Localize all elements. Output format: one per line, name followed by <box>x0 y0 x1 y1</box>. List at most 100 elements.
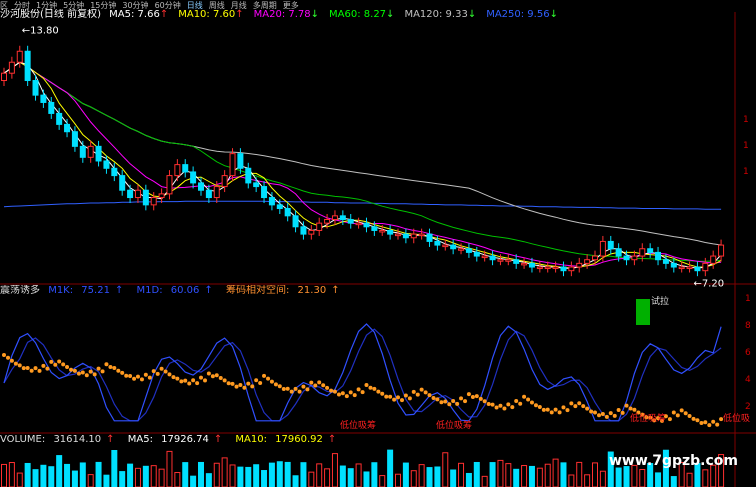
candle-body <box>544 266 551 270</box>
volume-bar <box>198 461 204 487</box>
chip-dot <box>29 368 34 373</box>
chip-dot <box>183 378 188 383</box>
candle-body <box>521 262 528 266</box>
candle-body <box>379 229 386 233</box>
candle-body <box>395 233 401 237</box>
candle-body <box>221 175 228 188</box>
volume-bar <box>221 457 228 487</box>
chip-dot <box>632 407 637 412</box>
chip-dot <box>628 406 633 411</box>
candle-body <box>331 215 338 220</box>
chip-dot <box>600 412 605 417</box>
candle-body <box>552 266 559 270</box>
volume-bar <box>32 469 39 487</box>
chip-dot <box>561 405 566 410</box>
chip-dot <box>459 396 464 401</box>
chip-dot <box>84 373 89 378</box>
chip-dot <box>167 372 172 377</box>
chip-dot <box>344 394 349 399</box>
volume-bar <box>190 475 197 487</box>
volume-bar <box>379 475 386 487</box>
chip-dot <box>53 362 58 367</box>
candle-body <box>119 175 126 191</box>
volume-bar <box>615 467 622 487</box>
indicator-axis-tick: 8 <box>745 321 751 331</box>
candle-body <box>497 259 504 262</box>
volume-bar <box>505 463 512 487</box>
chip-dot <box>419 387 424 392</box>
high-price-label: ←13.80 <box>22 25 59 36</box>
chip-dot <box>478 396 483 401</box>
chip-dot <box>400 398 404 403</box>
chip-dot <box>573 404 578 409</box>
candle-body <box>631 255 638 261</box>
chip-dot <box>620 410 625 415</box>
chip-dot <box>683 411 688 416</box>
chip-dot <box>403 393 408 398</box>
chip-dot <box>88 369 93 374</box>
candle-body <box>205 189 212 199</box>
ma60-line <box>3 61 722 262</box>
price-axis-tick: 1 <box>743 115 749 125</box>
ma250-line <box>3 200 722 210</box>
chip-dot <box>581 404 586 409</box>
chip-dot <box>553 407 558 412</box>
chip-dot <box>443 399 448 404</box>
volume-bar <box>166 450 173 487</box>
chip-dot <box>522 394 527 399</box>
volume-bar <box>16 472 23 487</box>
chip-dot <box>69 367 74 372</box>
chip-dot <box>313 383 318 388</box>
volume-bar <box>87 474 94 487</box>
volume-bar <box>284 461 291 487</box>
candle-body <box>103 160 110 169</box>
chip-dot <box>214 373 219 378</box>
chip-dot <box>577 401 582 406</box>
volume-bar <box>324 468 331 487</box>
volume-bar <box>276 461 283 487</box>
chip-dot <box>679 408 684 413</box>
volume-bar <box>268 462 275 487</box>
chip-dot <box>45 366 50 371</box>
candle-body <box>528 262 535 268</box>
candle-body <box>324 218 331 224</box>
chip-dot <box>33 366 38 371</box>
candle-body <box>111 167 118 177</box>
candle-body <box>678 266 685 270</box>
chip-dot <box>490 402 495 407</box>
candle-body <box>56 112 63 125</box>
volume-bar <box>339 465 346 487</box>
chip-dot <box>250 384 255 389</box>
chip-dot <box>415 392 420 397</box>
candle-body <box>284 208 291 217</box>
candle-body <box>536 266 543 270</box>
chip-dot <box>41 363 46 368</box>
chip-dot <box>309 380 314 385</box>
chip-dot <box>474 394 479 399</box>
chip-dot <box>435 397 440 402</box>
chip-dot <box>514 398 519 403</box>
chip-dot <box>502 406 507 411</box>
chip-dot <box>340 391 345 396</box>
candle-body <box>662 259 669 264</box>
volume-bar <box>127 463 134 487</box>
volume-bar <box>576 461 583 487</box>
candle-body <box>718 244 725 257</box>
chip-dot <box>242 385 247 390</box>
candle-body <box>71 131 78 147</box>
chip-dot <box>455 401 460 406</box>
chip-dot <box>305 387 310 392</box>
candle-body <box>465 248 472 253</box>
indicator-k-line <box>3 323 722 422</box>
chip-dot <box>289 389 294 394</box>
chip-dot <box>179 379 184 384</box>
chip-dot <box>510 405 515 410</box>
volume-bar <box>434 466 441 487</box>
chip-dot <box>203 378 207 383</box>
chip-dot <box>325 385 330 390</box>
candle-body <box>363 222 370 228</box>
candle-body <box>150 197 157 206</box>
chip-dot <box>431 395 436 400</box>
chip-dot <box>593 410 597 415</box>
chip-dot <box>703 420 708 425</box>
